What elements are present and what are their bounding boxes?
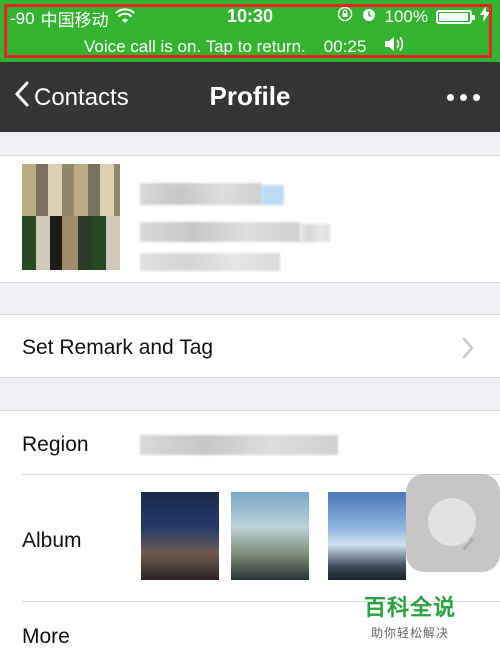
album-photo[interactable] (231, 492, 309, 580)
call-status-text: Voice call is on. Tap to return. (84, 36, 306, 56)
battery-icon (436, 9, 475, 24)
region-value-blurred (140, 435, 338, 455)
call-return-row[interactable]: Voice call is on. Tap to return. 00:25 (84, 36, 408, 57)
more-label: More (22, 625, 70, 648)
watermark-main: 百科全说 (364, 595, 457, 620)
set-remark-tag-cell[interactable]: Set Remark and Tag (0, 314, 500, 378)
alarm-icon (361, 6, 377, 27)
chevron-right-icon (462, 337, 474, 364)
name-badge-blurred (262, 185, 284, 205)
wechat-id-blurred-2 (300, 224, 330, 242)
voice-call-banner[interactable]: -90 中国移动 10:30 100% Voice call is on. Ta… (0, 0, 500, 62)
rotation-lock-icon (337, 6, 353, 27)
speaker-icon (384, 36, 408, 57)
watermark: 百科全说 助你轻松解决 (364, 590, 456, 641)
album-photo[interactable] (328, 492, 406, 580)
battery-fill (439, 12, 468, 21)
assistive-touch-button[interactable] (406, 474, 500, 572)
page-title: Profile (209, 81, 291, 111)
watermark-sub: 助你轻松解决 (371, 626, 450, 640)
navigation-bar: Contacts Profile (0, 62, 500, 132)
album-photo[interactable] (141, 492, 219, 580)
album-label: Album (22, 529, 82, 552)
battery-percent: 100% (384, 6, 428, 26)
name-blurred (140, 183, 262, 205)
wechat-id-blurred (140, 222, 300, 242)
charging-icon (480, 6, 490, 27)
set-remark-tag-label: Set Remark and Tag (22, 336, 214, 359)
status-right: 100% (337, 6, 490, 27)
call-duration: 00:25 (323, 36, 367, 56)
nickname-blurred (140, 253, 280, 271)
more-options-icon[interactable] (447, 94, 480, 101)
region-label: Region (22, 433, 89, 456)
